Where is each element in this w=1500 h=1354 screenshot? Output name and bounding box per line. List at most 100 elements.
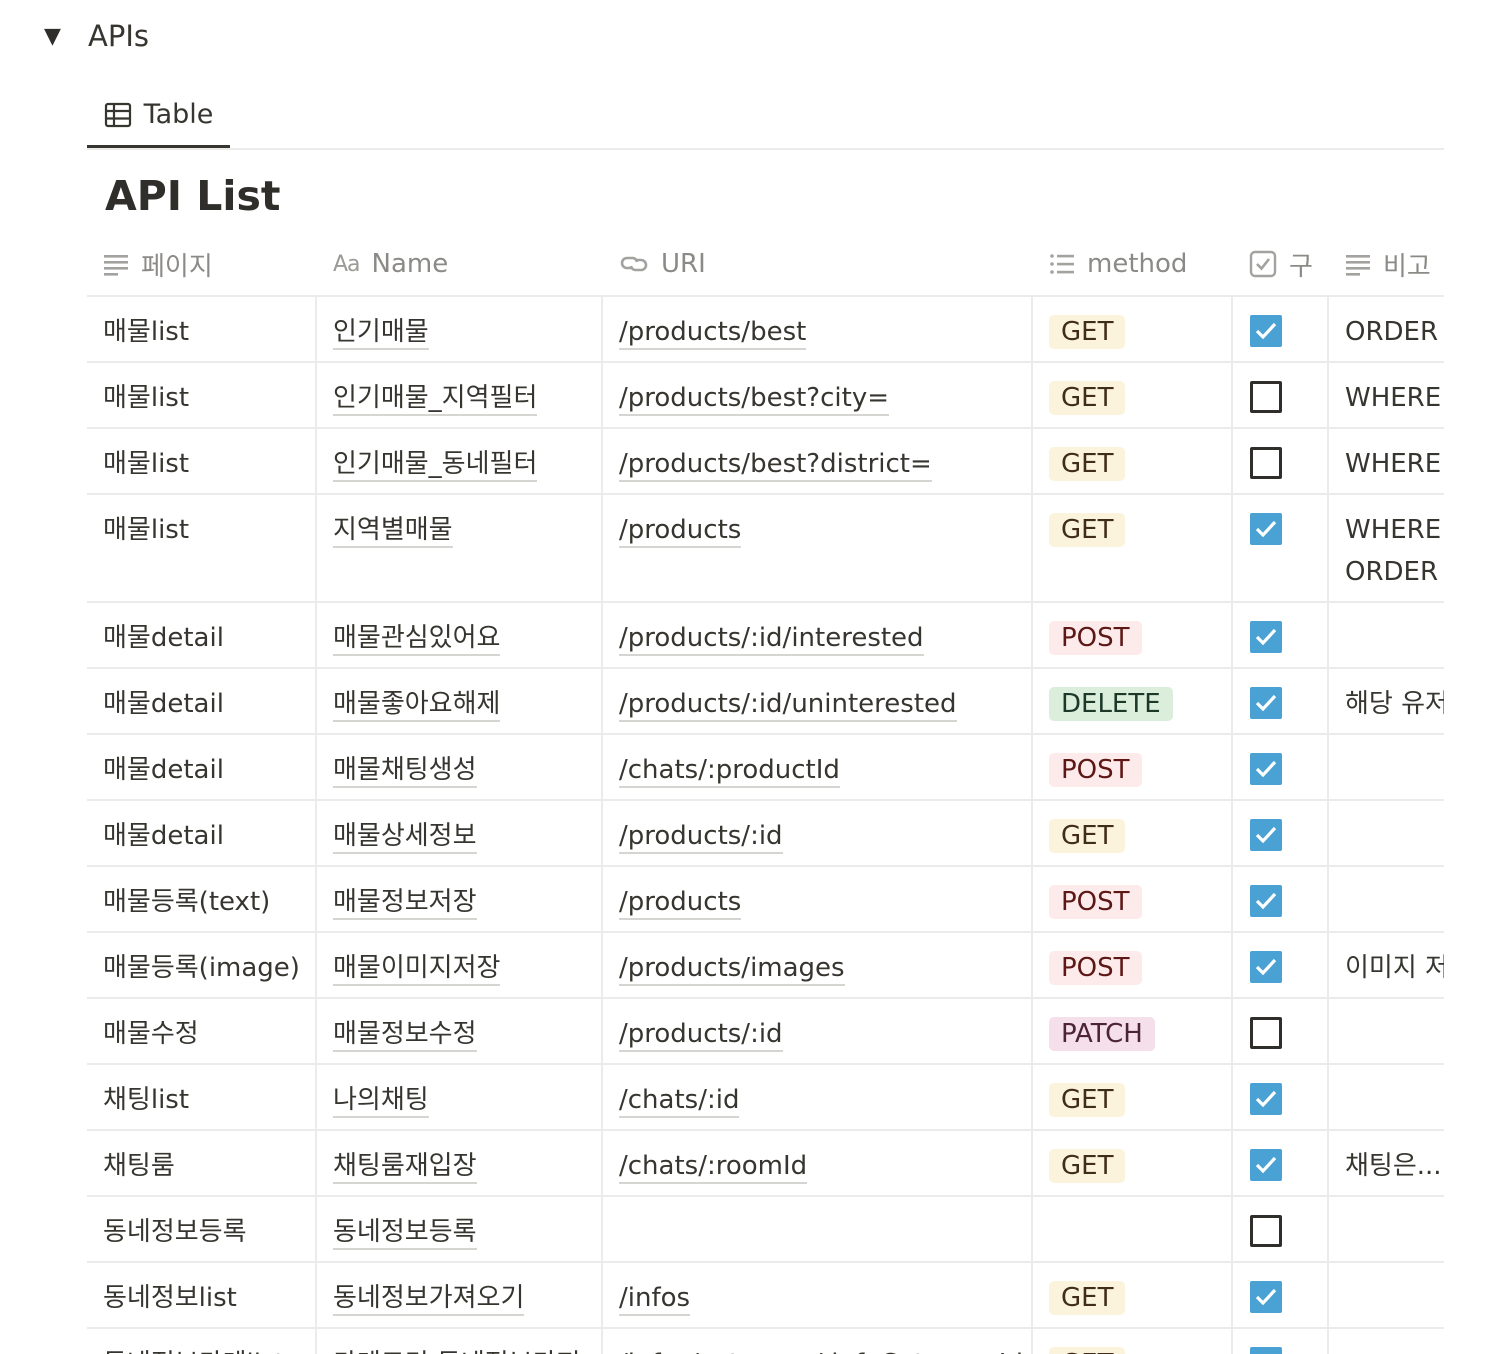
cell-method[interactable]: DELETE [1033,669,1233,733]
uri-link[interactable]: /chats/:roomId [619,1151,808,1184]
table-row[interactable]: 채팅룸 채팅룸재입장/chats/:roomId GET 채팅은... [87,1131,1444,1197]
cell-note[interactable] [1329,1197,1444,1261]
cell-page[interactable]: 동네정보list [87,1263,317,1327]
cell-page[interactable]: 매물수정 [87,999,317,1063]
table-row[interactable]: 동네정보카테list 카테고리 동네정보가져/infos/category/:in… [87,1329,1444,1354]
table-row[interactable]: 매물detail 매물상세정보/products/:id GET [87,801,1444,867]
cell-uri[interactable]: /products/images [603,933,1033,997]
checkbox[interactable] [1250,753,1282,785]
uri-link[interactable]: /chats/:id [619,1085,740,1118]
cell-page[interactable]: 매물list [87,363,317,427]
checkbox[interactable] [1250,1215,1282,1247]
cell-page[interactable]: 매물list [87,429,317,493]
page-link[interactable]: 동네정보가져오기 [333,1283,525,1316]
uri-link[interactable]: /products/:id/uninterested [619,689,957,722]
table-row[interactable]: 매물list 인기매물_지역필터/products/best?city= GET WH… [87,363,1444,429]
cell-method[interactable]: GET [1033,1065,1233,1129]
column-header-check[interactable]: 구 [1233,233,1329,295]
cell-page[interactable]: 매물등록(text) [87,867,317,931]
checkbox[interactable] [1250,1017,1282,1049]
column-header-note[interactable]: 비고 [1329,233,1444,295]
page-link[interactable]: 매물상세정보 [333,821,477,854]
cell-name[interactable]: 채팅룸재입장 [317,1131,603,1195]
column-header-method[interactable]: method [1033,233,1233,295]
table-row[interactable]: 동네정보list 동네정보가져오기/infos GET [87,1263,1444,1329]
cell-method[interactable]: POST [1033,933,1233,997]
page-link[interactable]: 매물정보저장 [333,887,477,920]
cell-uri[interactable]: /chats/:roomId [603,1131,1033,1195]
toggle-arrow-icon[interactable]: ▼ [44,24,68,49]
column-header-name[interactable]: Aa Name [317,233,603,295]
cell-page[interactable]: 매물detail [87,801,317,865]
cell-method[interactable]: GET [1033,363,1233,427]
table-row[interactable]: 매물등록(text) 매물정보저장/products POST [87,867,1444,933]
cell-uri[interactable]: /products/:id [603,999,1033,1063]
cell-uri[interactable]: /infos/category/:infoCategoryId [603,1329,1033,1354]
cell-name[interactable]: 인기매물 [317,297,603,361]
cell-method[interactable]: GET [1033,1131,1233,1195]
page-link[interactable]: 인기매물_지역필터 [333,383,538,416]
page-link[interactable]: 매물정보수정 [333,1019,477,1052]
checkbox[interactable] [1250,951,1282,983]
cell-uri[interactable]: /products/best [603,297,1033,361]
table-row[interactable]: 매물detail 매물관심있어요/products/:id/interested P… [87,603,1444,669]
cell-method[interactable]: POST [1033,735,1233,799]
checkbox[interactable] [1250,819,1282,851]
column-header-uri[interactable]: URI [603,233,1033,295]
cell-uri[interactable]: /products/:id/uninterested [603,669,1033,733]
table-row[interactable]: 매물수정 매물정보수정/products/:id PATCH [87,999,1444,1065]
cell-name[interactable]: 매물상세정보 [317,801,603,865]
cell-method[interactable]: POST [1033,603,1233,667]
uri-link[interactable]: /products [619,887,742,920]
cell-uri[interactable]: /products/:id/interested [603,603,1033,667]
table-row[interactable]: 매물detail 매물좋아요해제/products/:id/unintereste… [87,669,1444,735]
checkbox[interactable] [1250,687,1282,719]
cell-name[interactable]: 인기매물_동네필터 [317,429,603,493]
cell-uri[interactable]: /chats/:productId [603,735,1033,799]
cell-page[interactable]: 매물list [87,495,317,601]
page-link[interactable]: 동네정보등록 [333,1217,477,1250]
cell-method[interactable]: GET [1033,1263,1233,1327]
cell-name[interactable]: 나의채팅 [317,1065,603,1129]
cell-uri[interactable]: /chats/:id [603,1065,1033,1129]
cell-page[interactable]: 매물list [87,297,317,361]
cell-name[interactable]: 인기매물_지역필터 [317,363,603,427]
cell-note[interactable]: WHERE ORDER [1329,495,1444,601]
page-link[interactable]: 인기매물_동네필터 [333,449,538,482]
page-link[interactable]: 매물좋아요해제 [333,689,501,722]
table-row[interactable]: 매물detail 매물채팅생성/chats/:productId POST [87,735,1444,801]
cell-page[interactable]: 매물등록(image) [87,933,317,997]
cell-note[interactable] [1329,867,1444,931]
checkbox[interactable] [1250,1281,1282,1313]
page-link[interactable]: 매물관심있어요 [333,623,501,656]
page-link[interactable]: 매물이미지저장 [333,953,501,986]
cell-name[interactable]: 매물정보수정 [317,999,603,1063]
cell-name[interactable]: 매물정보저장 [317,867,603,931]
uri-link[interactable]: /products/best [619,317,807,350]
checkbox[interactable] [1250,513,1282,545]
cell-name[interactable]: 동네정보가져오기 [317,1263,603,1327]
table-row[interactable]: 매물list 인기매물_동네필터/products/best?district= G… [87,429,1444,495]
cell-page[interactable]: 매물detail [87,669,317,733]
apis-toggle[interactable]: ▼ APIs [44,14,149,58]
cell-uri[interactable]: /products/best?district= [603,429,1033,493]
cell-note[interactable]: 이미지 저 [1329,933,1444,997]
cell-note[interactable]: WHERE [1329,363,1444,427]
cell-uri[interactable]: /products [603,867,1033,931]
cell-name[interactable]: 매물관심있어요 [317,603,603,667]
cell-method[interactable]: GET [1033,495,1233,601]
cell-note[interactable] [1329,999,1444,1063]
cell-method[interactable]: GET [1033,801,1233,865]
checkbox[interactable] [1250,1083,1282,1115]
cell-note[interactable] [1329,801,1444,865]
checkbox[interactable] [1250,621,1282,653]
page-link[interactable]: 나의채팅 [333,1085,429,1118]
checkbox[interactable] [1250,447,1282,479]
column-header-page[interactable]: 페이지 [87,233,317,295]
cell-note[interactable]: WHERE [1329,429,1444,493]
uri-link[interactable]: /chats/:productId [619,755,840,788]
table-row[interactable]: 동네정보등록 동네정보등록 [87,1197,1444,1263]
cell-method[interactable]: POST [1033,867,1233,931]
cell-uri[interactable]: /products [603,495,1033,601]
cell-name[interactable]: 지역별매물 [317,495,603,601]
